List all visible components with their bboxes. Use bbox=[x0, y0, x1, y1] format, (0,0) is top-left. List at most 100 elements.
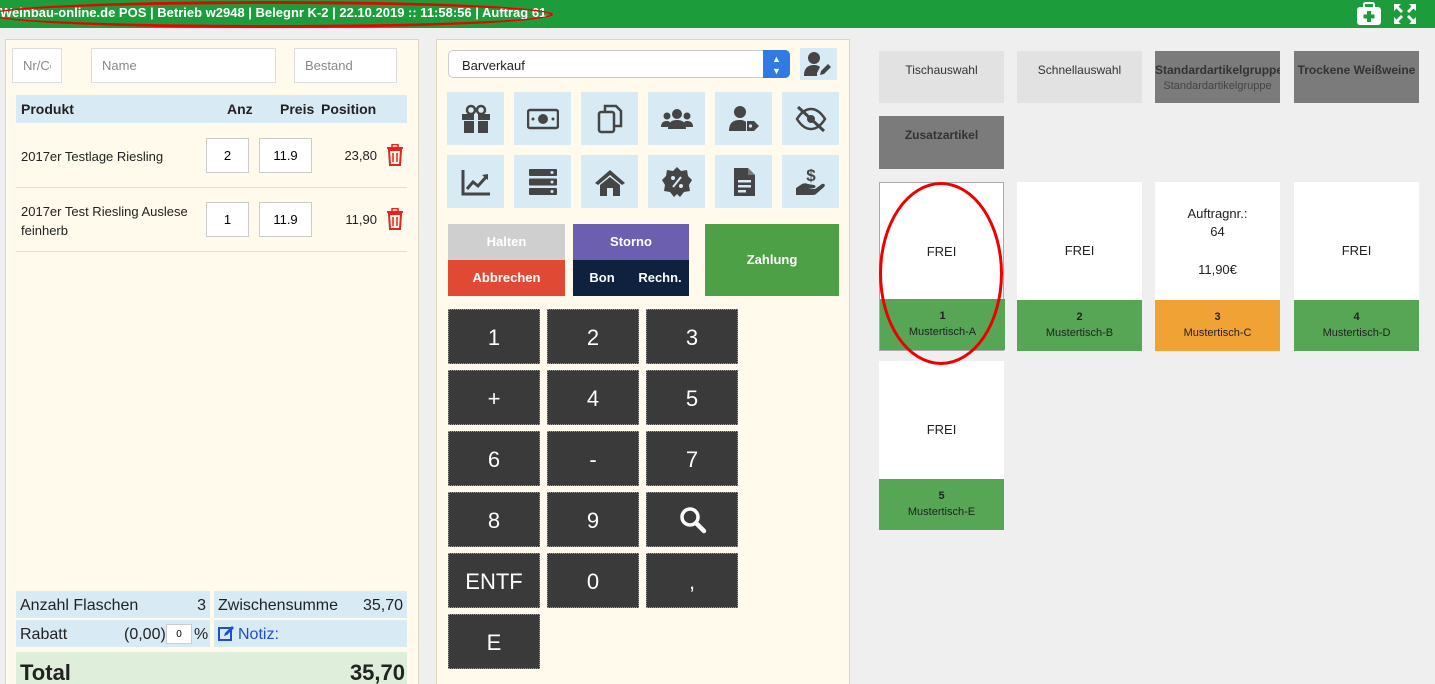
trash-icon[interactable] bbox=[386, 144, 404, 166]
key-4[interactable]: 4 bbox=[547, 370, 639, 425]
table-name: Mustertisch-A bbox=[908, 326, 977, 338]
top-bar: Weinbau-online.de POS | Betrieb w2948 | … bbox=[0, 0, 1435, 28]
key-plus[interactable]: + bbox=[448, 370, 540, 425]
sale-type-value: Barverkauf bbox=[462, 58, 525, 73]
cancel-button[interactable]: Abbrechen bbox=[448, 260, 565, 296]
note-link[interactable]: Notiz: bbox=[238, 626, 279, 644]
name-filter-input[interactable] bbox=[91, 48, 276, 83]
total-value: 35,70 bbox=[349, 660, 405, 684]
key-search[interactable] bbox=[646, 492, 738, 547]
tab-table-selection[interactable]: Tischauswahl bbox=[879, 51, 1004, 103]
home-icon bbox=[595, 170, 625, 196]
quantity-input[interactable] bbox=[206, 138, 249, 173]
key-e[interactable]: E bbox=[448, 614, 540, 669]
fullscreen-expand-icon[interactable] bbox=[1392, 2, 1418, 26]
discount-percent-input[interactable] bbox=[166, 624, 192, 644]
table-footer: 4 Mustertisch-D bbox=[1294, 300, 1419, 351]
table-card-2[interactable]: FREI 2 Mustertisch-B bbox=[1017, 182, 1142, 351]
hand-holding-dollar-icon: $ bbox=[796, 166, 825, 195]
pos-panel: Barverkauf ▲ ▼ $ Halten Abbrechen Storno… bbox=[436, 39, 850, 684]
column-product: Produkt bbox=[21, 101, 74, 117]
percent-sign: % bbox=[194, 626, 209, 643]
table-card-4[interactable]: FREI 4 Mustertisch-D bbox=[1294, 182, 1419, 351]
storno-button[interactable]: Storno bbox=[573, 224, 689, 260]
key-3[interactable]: 3 bbox=[646, 309, 738, 364]
statistics-button[interactable] bbox=[447, 155, 504, 208]
key-6[interactable]: 6 bbox=[448, 431, 540, 486]
code-filter-input[interactable] bbox=[12, 48, 62, 83]
position-total: 23,80 bbox=[344, 148, 377, 163]
gift-icon bbox=[462, 104, 490, 133]
tab-quick-selection[interactable]: Schnellauswahl bbox=[1017, 51, 1142, 103]
cart-row: 2017er Test Riesling Auslese feinherb 11… bbox=[16, 188, 407, 252]
key-9[interactable]: 9 bbox=[547, 492, 639, 547]
quantity-input[interactable] bbox=[206, 202, 249, 237]
hide-button[interactable] bbox=[782, 92, 839, 145]
price-input[interactable] bbox=[259, 138, 312, 173]
home-button[interactable] bbox=[581, 155, 638, 208]
key-delete[interactable]: ENTF bbox=[448, 553, 540, 608]
cash-button[interactable] bbox=[514, 92, 571, 145]
column-position: Position bbox=[321, 101, 377, 117]
product-name: 2017er Test Riesling Auslese feinherb bbox=[21, 204, 188, 238]
edit-customer-button[interactable] bbox=[800, 48, 837, 80]
key-1[interactable]: 1 bbox=[448, 309, 540, 364]
price-input[interactable] bbox=[259, 202, 312, 237]
table-number: 5 bbox=[938, 490, 945, 502]
table-card-1[interactable]: FREI 1 Mustertisch-A bbox=[879, 182, 1005, 351]
subtotal-label: Zwischensumme bbox=[218, 597, 339, 614]
key-minus[interactable]: - bbox=[547, 431, 639, 486]
tab-standard-group[interactable]: Standardartikelgruppe Standardartikelgru… bbox=[1155, 51, 1280, 103]
tab-label: Schnellauswahl bbox=[1037, 63, 1122, 77]
order-number: 64 bbox=[1210, 224, 1225, 239]
server-button[interactable] bbox=[514, 155, 571, 208]
money-bill-icon bbox=[527, 108, 559, 130]
key-0[interactable]: 0 bbox=[547, 553, 639, 608]
search-icon bbox=[680, 507, 707, 534]
table-card-5[interactable]: FREI 5 Mustertisch-E bbox=[879, 361, 1004, 530]
bon-button[interactable]: Bon bbox=[573, 260, 631, 296]
key-2[interactable]: 2 bbox=[547, 309, 639, 364]
key-comma[interactable]: , bbox=[646, 553, 738, 608]
table-number: 1 bbox=[939, 310, 946, 322]
tab-label: Zusatzartikel bbox=[904, 128, 979, 142]
eye-slash-icon bbox=[795, 105, 827, 133]
key-5[interactable]: 5 bbox=[646, 370, 738, 425]
invoice-button[interactable]: Rechn. bbox=[631, 260, 689, 296]
key-8[interactable]: 8 bbox=[448, 492, 540, 547]
payment-hand-button[interactable]: $ bbox=[782, 155, 839, 208]
copy-button[interactable] bbox=[581, 92, 638, 145]
discount-button[interactable] bbox=[648, 155, 705, 208]
gift-button[interactable] bbox=[447, 92, 504, 145]
tab-dry-white-wines[interactable]: Trockene Weißweine bbox=[1294, 51, 1419, 103]
document-button[interactable] bbox=[715, 155, 772, 208]
subtotal-value: 35,70 bbox=[362, 597, 403, 614]
column-price: Preis bbox=[280, 101, 315, 117]
discount-label: Rabatt bbox=[20, 626, 68, 643]
key-7[interactable]: 7 bbox=[646, 431, 738, 486]
customers-button[interactable] bbox=[648, 92, 705, 145]
hold-button[interactable]: Halten bbox=[448, 224, 565, 260]
edit-note-icon[interactable] bbox=[218, 625, 235, 642]
table-footer: 3 Mustertisch-C bbox=[1155, 300, 1280, 351]
bottle-count-value: 3 bbox=[197, 597, 206, 614]
note-box[interactable]: Notiz: bbox=[214, 620, 407, 647]
bottle-count-box: Anzahl Flaschen 3 bbox=[16, 591, 210, 618]
trash-icon[interactable] bbox=[386, 208, 404, 230]
position-total: 11,90 bbox=[345, 212, 377, 227]
sale-type-select[interactable]: Barverkauf ▲ ▼ bbox=[448, 50, 790, 78]
table-card-3[interactable]: Auftragnr.: 64 11,90€ 3 Mustertisch-C bbox=[1155, 182, 1280, 351]
table-status: FREI bbox=[926, 422, 957, 437]
table-name: Mustertisch-E bbox=[907, 506, 976, 518]
first-aid-kit-icon[interactable] bbox=[1356, 2, 1382, 26]
table-footer: 2 Mustertisch-B bbox=[1017, 300, 1142, 351]
discount-box: Rabatt (0,00) % bbox=[16, 620, 210, 647]
product-name: 2017er Testlage Riesling bbox=[21, 149, 164, 164]
pay-button[interactable]: Zahlung bbox=[705, 224, 839, 296]
server-icon bbox=[529, 169, 557, 195]
customer-tag-button[interactable] bbox=[715, 92, 772, 145]
tab-additional-items[interactable]: Zusatzartikel bbox=[879, 116, 1004, 169]
table-footer: 1 Mustertisch-A bbox=[880, 299, 1005, 350]
stock-filter-input[interactable] bbox=[294, 48, 397, 83]
cart-panel: Produkt Anz Preis Position 2017er Testla… bbox=[5, 39, 419, 684]
